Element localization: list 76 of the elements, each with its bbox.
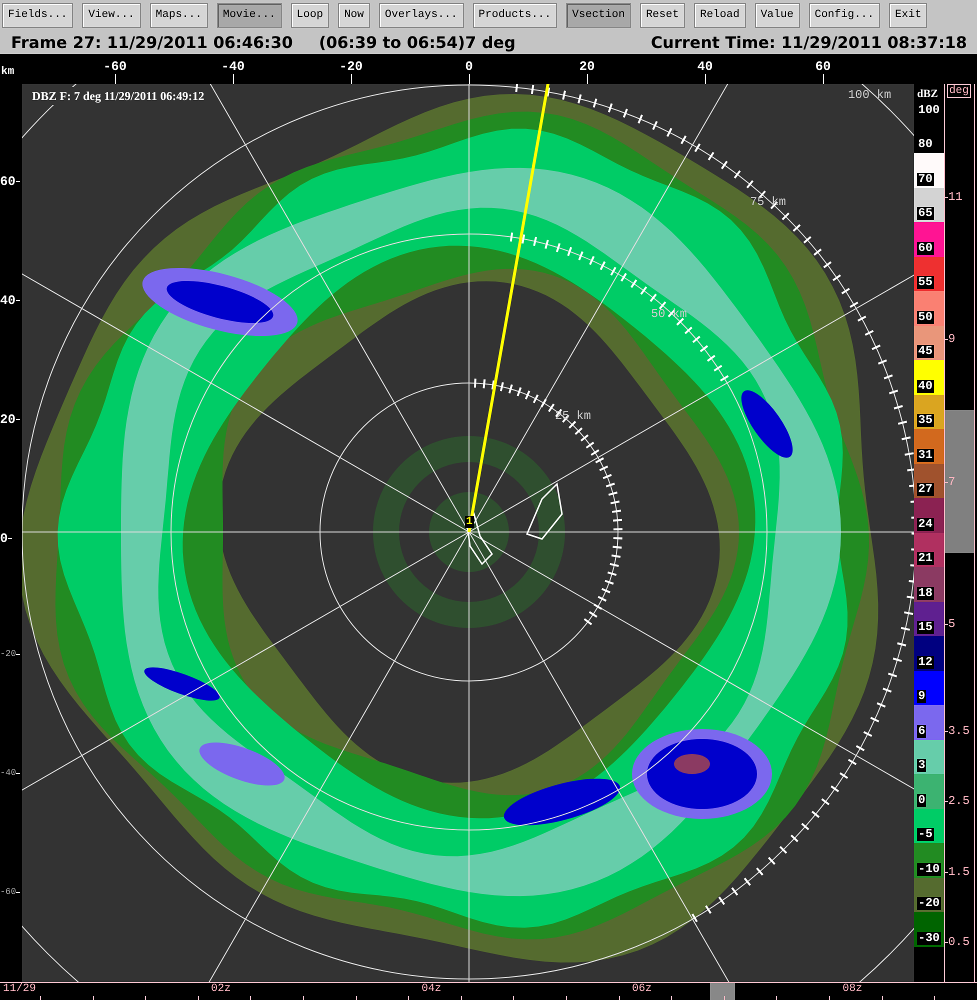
range-ring-label: 50 km bbox=[650, 306, 687, 323]
toolbar-button[interactable]: Reload bbox=[694, 3, 746, 28]
axis-label: -20 bbox=[339, 59, 363, 74]
current-time-label: Current Time: 11/29/2011 08:37:18 bbox=[650, 32, 967, 54]
axis-label: 20 bbox=[579, 59, 595, 74]
scale-label: 6 bbox=[917, 724, 926, 738]
toolbar-button[interactable]: Loop bbox=[290, 3, 330, 28]
frame-label: Frame 27: 11/29/2011 06:46:30 bbox=[11, 32, 293, 54]
axis-label: 20 bbox=[0, 411, 16, 429]
scale-label: -5 bbox=[917, 828, 934, 841]
scale-label: 50 bbox=[917, 310, 934, 324]
time-range-label: (06:39 to 06:54)7 deg bbox=[318, 32, 516, 54]
time-slider-thumb[interactable] bbox=[710, 983, 736, 1000]
toolbar-button[interactable]: Products... bbox=[472, 3, 558, 28]
toolbar-button[interactable]: Vsection bbox=[566, 3, 631, 28]
range-ring-label: 100 km bbox=[848, 87, 892, 104]
scale-label: 70 bbox=[917, 172, 934, 186]
toolbar-button[interactable]: Now bbox=[338, 3, 370, 28]
toolbar-button[interactable]: Exit bbox=[889, 3, 928, 28]
axis-label: -40 bbox=[0, 767, 16, 780]
scale-label: -10 bbox=[917, 862, 941, 876]
scale-label: 0 bbox=[917, 794, 926, 806]
toolbar-button[interactable]: Maps... bbox=[150, 3, 208, 28]
scale-label: 55 bbox=[917, 276, 934, 289]
axis-label: 0 bbox=[465, 59, 473, 74]
axis-label: 60 bbox=[815, 59, 831, 74]
toolbar-button[interactable]: Overlays... bbox=[378, 3, 464, 28]
time-axis-date: 11/29 bbox=[3, 983, 36, 995]
time-axis-label: 02z bbox=[211, 983, 231, 995]
scale-label: 60 bbox=[917, 242, 934, 254]
plot-title: DBZ F: 7 deg 11/29/2011 06:49:12 bbox=[32, 87, 204, 105]
axis-label: -40 bbox=[221, 59, 245, 74]
toolbar-button[interactable]: Value bbox=[754, 3, 800, 28]
scale-label: 9 bbox=[917, 690, 926, 703]
scale-label: 1.5 bbox=[948, 865, 970, 880]
scale-label: 27 bbox=[917, 483, 934, 496]
scale-label: -30 bbox=[917, 932, 941, 944]
scale-title: dBZ bbox=[917, 87, 938, 102]
scale-label: 31 bbox=[917, 448, 934, 462]
axis-label: 40 bbox=[0, 292, 16, 310]
scale-label: 2.5 bbox=[948, 794, 970, 809]
toolbar-button[interactable]: Movie... bbox=[216, 3, 282, 28]
scale-label: 11 bbox=[948, 190, 962, 205]
scale-title: deg bbox=[947, 84, 971, 98]
range-ring-label: 75 km bbox=[750, 194, 786, 211]
scale-label: 65 bbox=[917, 207, 934, 220]
axis-label: -60 bbox=[103, 59, 127, 74]
scale-label: -20 bbox=[917, 897, 941, 910]
scale-label: 45 bbox=[917, 345, 934, 358]
axis-label: 40 bbox=[697, 59, 713, 74]
axis-label: 0 bbox=[0, 530, 8, 548]
scale-label: 0.5 bbox=[948, 935, 970, 950]
scale-label: 3 bbox=[917, 759, 926, 772]
scale-label: 24 bbox=[917, 518, 934, 530]
scale-label: 35 bbox=[917, 414, 934, 427]
scale-label: 3.5 bbox=[948, 724, 970, 739]
toolbar-button[interactable]: Config... bbox=[808, 3, 880, 28]
toolbar-button[interactable]: Fields... bbox=[2, 3, 74, 28]
axis-label: 60 bbox=[0, 173, 16, 191]
scale-label: 100 bbox=[917, 104, 941, 116]
scale-label: 7 bbox=[948, 475, 956, 490]
scale-label: 12 bbox=[917, 656, 934, 668]
toolbar-button[interactable]: Reset bbox=[640, 3, 685, 28]
axis-label: -20 bbox=[0, 648, 16, 661]
scale-label: 21 bbox=[917, 552, 934, 565]
time-axis-label: 04z bbox=[422, 983, 442, 995]
axis-unit: km bbox=[1, 65, 14, 80]
axis-label: -60 bbox=[0, 886, 16, 899]
time-axis-label: 08z bbox=[842, 983, 862, 995]
scale-label: 9 bbox=[948, 332, 956, 347]
scale-label: 15 bbox=[917, 621, 934, 634]
scale-label: 5 bbox=[948, 617, 956, 632]
scale-label: 18 bbox=[917, 586, 934, 600]
toolbar-button[interactable]: View... bbox=[82, 3, 141, 28]
scale-label: 40 bbox=[917, 380, 934, 392]
time-axis-label: 06z bbox=[632, 983, 652, 995]
